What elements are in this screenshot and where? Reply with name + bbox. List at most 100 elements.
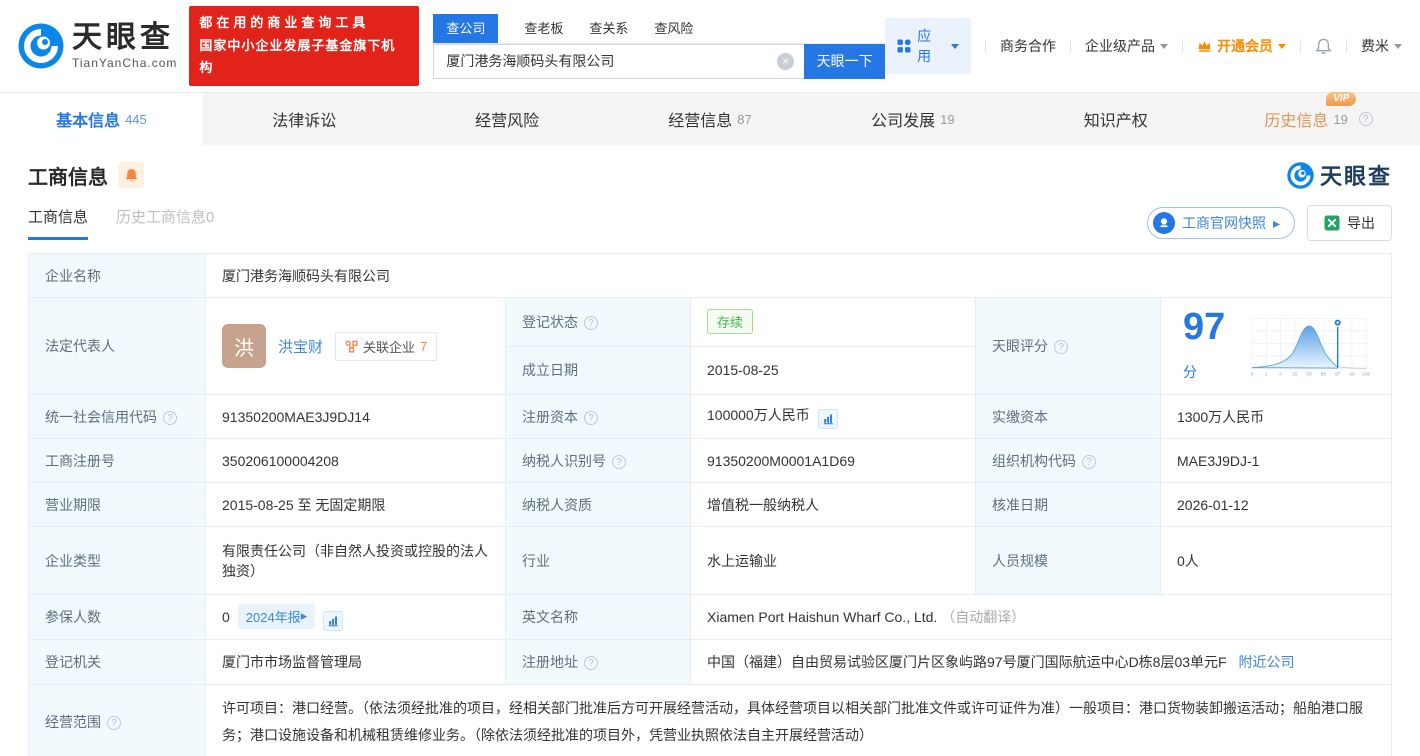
paid-capital-label: 实缴资本 xyxy=(975,394,1161,439)
company-type-value: 有限责任公司（非自然人投资或控股的法人独资） xyxy=(205,526,506,595)
table-row: 统一社会信用代码? 91350200MAE3J9DJ14 注册资本? 10000… xyxy=(28,394,1392,439)
reg-address-label: 注册地址? xyxy=(505,639,691,685)
enterprise-label: 企业级产品 xyxy=(1085,38,1156,54)
table-row: 企业类型 有限责任公司（非自然人投资或控股的法人独资） 行业 水上运输业 人员规… xyxy=(28,526,1392,595)
nearby-companies-link[interactable]: 附近公司 xyxy=(1238,654,1294,670)
apps-menu[interactable]: 应用 xyxy=(885,18,972,74)
tab-label: 基本信息 xyxy=(56,113,121,130)
avatar[interactable]: 洪 xyxy=(222,324,266,368)
score-tick: 0 xyxy=(1251,371,1254,377)
capital-chart-icon[interactable] xyxy=(817,408,838,429)
business-scope-label: 经营范围? xyxy=(28,684,206,756)
cooperation-link[interactable]: 商务合作 xyxy=(1000,36,1056,56)
subtab-history-info[interactable]: 历史工商信息0 xyxy=(116,206,214,240)
score-value: 97分 xyxy=(1183,306,1226,380)
company-name-value: 厦门港务海顺码头有限公司 xyxy=(205,253,1392,298)
tab-label: 法律诉讼 xyxy=(272,113,337,130)
tab-basic-info[interactable]: 基本信息 445 xyxy=(0,93,203,145)
help-icon[interactable]: ? xyxy=(163,410,177,425)
tab-label: 经营信息 xyxy=(668,113,733,130)
help-icon[interactable]: ? xyxy=(107,716,121,731)
reg-authority-label: 登记机关 xyxy=(28,639,206,685)
score-cell: 97分 0 1 3 15 50 85 97 99 100 xyxy=(1160,297,1392,395)
help-icon[interactable]: ? xyxy=(1054,340,1068,354)
help-icon[interactable]: ? xyxy=(584,656,598,670)
search-button[interactable]: 天眼一下 xyxy=(804,43,886,79)
table-row: 企业名称 厦门港务海顺码头有限公司 xyxy=(28,253,1392,298)
main-content: 工商信息 天眼查 工商信息 历史工商信息0 工商官网快照 ▸ 导出 企业名称 厦… xyxy=(0,159,1420,756)
tab-history[interactable]: 历史信息 VIP 19 ? xyxy=(1217,92,1420,145)
arrow-right-icon: ▸ xyxy=(300,608,308,623)
vip-label: 开通会员 xyxy=(1217,38,1274,54)
search-tab-company[interactable]: 查公司 xyxy=(433,13,499,43)
search-tab-relation[interactable]: 查关系 xyxy=(589,14,628,43)
search-tabs: 查公司 查老板 查关系 查风险 xyxy=(433,13,886,44)
bell-icon xyxy=(125,168,137,181)
slogan-badge: 都在用的商业查询工具 国家中小企业发展子基金旗下机构 xyxy=(189,5,420,87)
org-code-label: 组织机构代码? xyxy=(975,438,1161,483)
brand-logo[interactable]: 天眼查 TianYanCha.com xyxy=(18,23,177,69)
score-tick: 3 xyxy=(1279,371,1282,377)
tab-label: 公司发展 xyxy=(871,113,936,130)
username: 费米 xyxy=(1361,38,1390,54)
score-label: 天眼评分? xyxy=(975,297,1161,395)
tab-legal[interactable]: 法律诉讼 xyxy=(203,93,406,145)
credit-code-value: 91350200MAE3J9DJ14 xyxy=(205,394,506,439)
org-network-icon xyxy=(345,340,358,353)
excel-icon xyxy=(1324,215,1340,231)
enterprise-menu[interactable]: 企业级产品 xyxy=(1085,36,1169,56)
clear-icon[interactable]: × xyxy=(777,52,795,70)
table-row: 工商注册号 350206100004208 纳税人识别号? 91350200M0… xyxy=(28,438,1392,483)
score-tick: 99 xyxy=(1349,371,1355,377)
table-row: 经营范围? 许可项目：港口经营。（依法须经批准的项目，经相关部门批准后方可开展经… xyxy=(28,684,1392,756)
export-label: 导出 xyxy=(1347,215,1375,231)
chevron-down-icon xyxy=(951,43,960,49)
notifications-button[interactable] xyxy=(1315,38,1332,55)
tab-risk[interactable]: 经营风险 xyxy=(406,93,609,145)
help-icon[interactable]: ? xyxy=(584,410,598,425)
industry-value: 水上运输业 xyxy=(690,526,976,595)
divider xyxy=(1070,39,1072,53)
tab-label: 知识产权 xyxy=(1083,113,1148,130)
search-tab-boss[interactable]: 查老板 xyxy=(524,14,563,43)
score-distribution-chart[interactable]: 0 1 3 15 50 85 97 99 100 xyxy=(1245,310,1375,382)
english-name-value: Xiamen Port Haishun Wharf Co., Ltd. （自动翻… xyxy=(690,594,1392,640)
reg-capital-value: 100000万人民币 xyxy=(690,394,976,439)
score-tick: 50 xyxy=(1306,371,1312,377)
search-input[interactable] xyxy=(433,43,805,79)
snapshot-label: 工商官网快照 xyxy=(1181,215,1266,231)
legal-rep-label: 法定代表人 xyxy=(28,297,206,395)
related-company-badge[interactable]: 关联企业 7 xyxy=(335,331,438,361)
slogan-line1: 都在用的商业查询工具 xyxy=(199,14,370,30)
tab-development[interactable]: 公司发展 19 xyxy=(811,93,1014,145)
subtab-business-info[interactable]: 工商信息 xyxy=(28,206,89,240)
export-button[interactable]: 导出 xyxy=(1307,205,1392,241)
slogan-line2: 国家中小企业发展子基金旗下机构 xyxy=(199,37,396,76)
official-snapshot-button[interactable]: 工商官网快照 ▸ xyxy=(1146,207,1295,239)
crown-icon xyxy=(1198,41,1211,52)
business-term-label: 营业期限 xyxy=(28,482,206,527)
vip-menu[interactable]: 开通会员 xyxy=(1197,36,1287,56)
divider xyxy=(985,39,987,53)
subscribe-bell-button[interactable] xyxy=(118,162,144,188)
user-menu[interactable]: 费米 xyxy=(1361,36,1403,56)
legal-rep-link[interactable]: 洪宝财 xyxy=(278,336,323,357)
table-row: 营业期限 2015-08-25 至 无固定期限 纳税人资质 增值税一般纳税人 核… xyxy=(28,482,1392,527)
section-title: 工商信息 xyxy=(28,166,108,189)
org-code-value: MAE3J9DJ-1 xyxy=(1160,438,1392,483)
tab-ip[interactable]: 知识产权 xyxy=(1014,93,1217,145)
company-type-label: 企业类型 xyxy=(28,526,206,595)
reg-number-value: 350206100004208 xyxy=(205,438,506,483)
help-icon[interactable]: ? xyxy=(584,315,598,330)
staff-size-value: 0人 xyxy=(1160,526,1392,595)
annual-report-badge[interactable]: 2024年报 ▸ xyxy=(237,603,316,629)
help-icon[interactable]: ? xyxy=(1358,112,1373,126)
reg-authority-value: 厦门市市场监督管理局 xyxy=(205,639,506,685)
divider xyxy=(1300,39,1302,53)
help-icon[interactable]: ? xyxy=(612,454,626,469)
tab-operation[interactable]: 经营信息 87 xyxy=(609,93,812,145)
search-tab-risk[interactable]: 查风险 xyxy=(654,14,693,43)
insured-chart-icon[interactable] xyxy=(323,610,344,631)
help-icon[interactable]: ? xyxy=(1082,454,1096,469)
score-tick: 15 xyxy=(1292,371,1298,377)
